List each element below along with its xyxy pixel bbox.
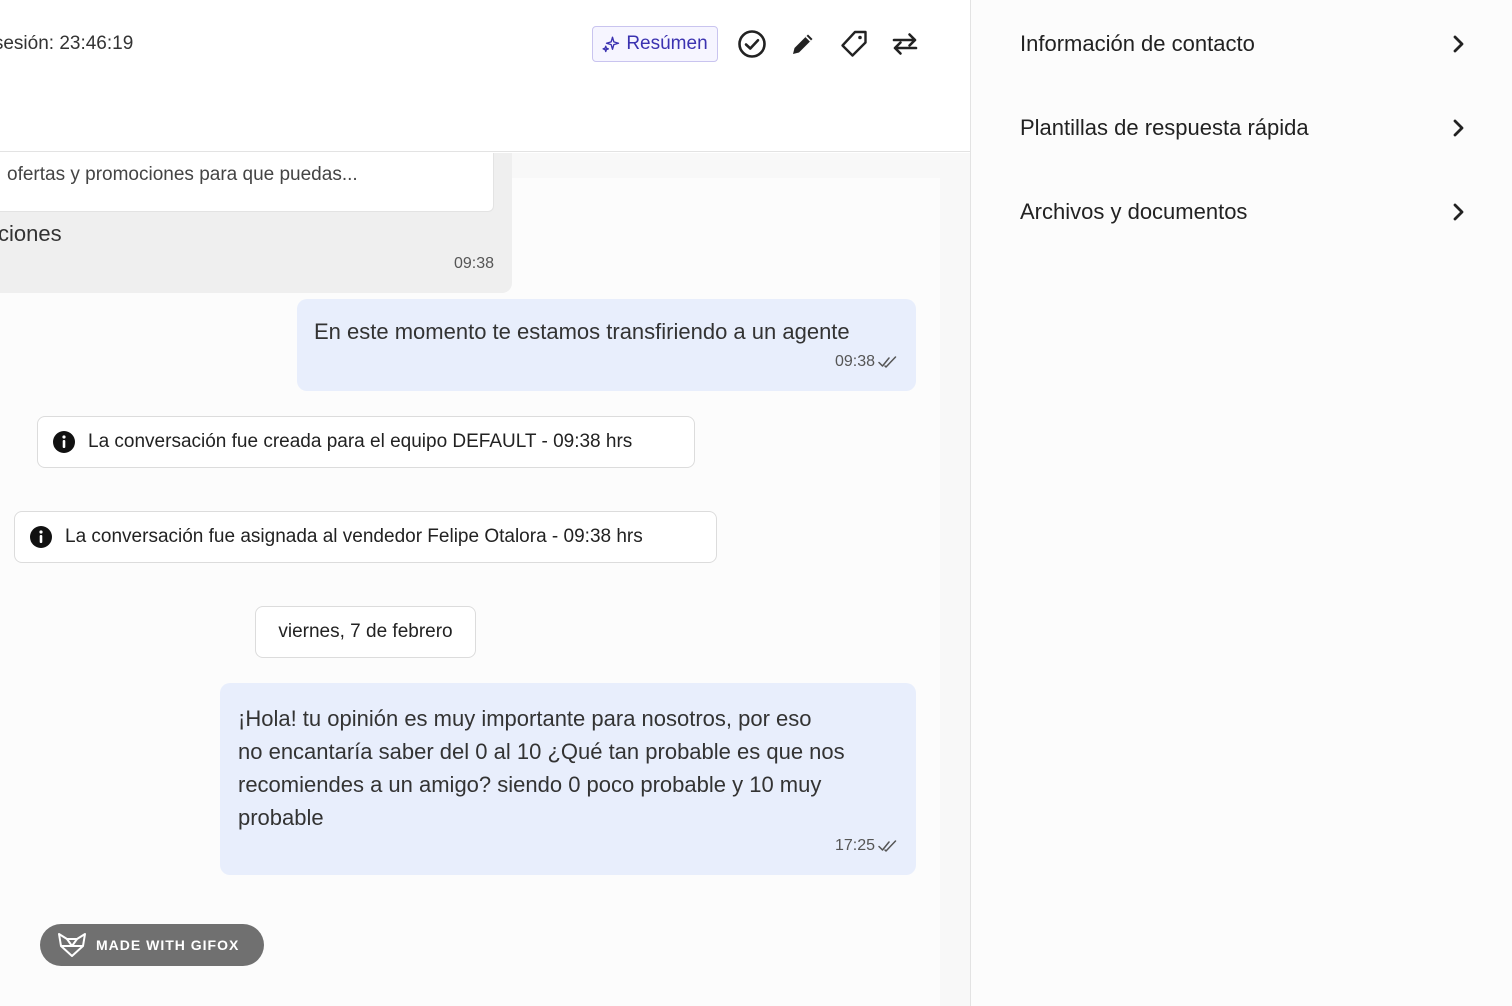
messages-area[interactable]: ofertas y promociones para que puedas...… bbox=[0, 153, 970, 1006]
incoming-message-text: ciones bbox=[0, 221, 62, 246]
gifox-watermark-badge: MADE WITH GIFOX bbox=[40, 924, 264, 966]
double-check-icon bbox=[878, 839, 898, 853]
panel-item-contact-info[interactable]: Información de contacto bbox=[1020, 24, 1465, 64]
incoming-message-time: 09:38 bbox=[454, 255, 494, 273]
chevron-right-icon bbox=[1451, 202, 1465, 222]
outgoing-message: En este momento te estamos transfiriendo… bbox=[297, 299, 916, 391]
tag-icon[interactable] bbox=[838, 28, 870, 60]
message-time-label: 09:38 bbox=[834, 353, 875, 370]
chat-pane: n sesión: 23:46:19 Resúmen bbox=[0, 0, 970, 1006]
panel-item-files-documents[interactable]: Archivos y documentos bbox=[1020, 192, 1465, 232]
message-line: probable bbox=[238, 805, 324, 830]
date-divider: viernes, 7 de febrero bbox=[255, 606, 476, 658]
outgoing-message-time: 17:25 bbox=[835, 837, 898, 855]
session-timer: n sesión: 23:46:19 bbox=[0, 33, 134, 54]
system-note-text: La conversación fue asignada al vendedor… bbox=[65, 526, 643, 547]
message-time-label: 09:38 bbox=[453, 255, 494, 272]
quoted-message-text: ofertas y promociones para que puedas... bbox=[7, 164, 358, 185]
panel-item-label: Archivos y documentos bbox=[1020, 199, 1248, 224]
quoted-message-card[interactable]: ofertas y promociones para que puedas... bbox=[0, 153, 494, 212]
panel-item-label: Plantillas de respuesta rápida bbox=[1020, 115, 1309, 140]
summary-button[interactable]: Resúmen bbox=[592, 26, 718, 62]
message-line: ¡Hola! tu opinión es muy importante para… bbox=[238, 706, 812, 731]
outgoing-message-time: 09:38 bbox=[835, 353, 898, 371]
panel-item-label: Información de contacto bbox=[1020, 31, 1255, 56]
check-circle-icon[interactable] bbox=[736, 28, 768, 60]
double-check-icon bbox=[878, 355, 898, 369]
outgoing-message: ¡Hola! tu opinión es muy importante para… bbox=[220, 683, 916, 875]
chevron-right-icon bbox=[1451, 34, 1465, 54]
transfer-arrows-icon[interactable] bbox=[889, 28, 921, 60]
summary-button-label: Resúmen bbox=[626, 33, 708, 54]
pencil-icon[interactable] bbox=[787, 28, 819, 60]
incoming-message: ofertas y promociones para que puedas...… bbox=[0, 153, 512, 293]
gifox-badge-label: MADE WITH GIFOX bbox=[96, 937, 240, 953]
outgoing-message-text: ¡Hola! tu opinión es muy importante para… bbox=[238, 702, 845, 834]
side-panel: Información de contacto Plantillas de re… bbox=[970, 0, 1512, 1006]
panel-item-quick-reply-templates[interactable]: Plantillas de respuesta rápida bbox=[1020, 108, 1465, 148]
system-note-text: La conversación fue creada para el equip… bbox=[88, 431, 633, 452]
system-note: La conversación fue creada para el equip… bbox=[37, 416, 695, 468]
info-icon bbox=[52, 430, 76, 454]
chat-header: n sesión: 23:46:19 Resúmen bbox=[0, 0, 970, 152]
system-note: La conversación fue asignada al vendedor… bbox=[14, 511, 717, 563]
chevron-right-icon bbox=[1451, 118, 1465, 138]
message-line: recomiendes a un amigo? siendo 0 poco pr… bbox=[238, 772, 822, 797]
sparkle-icon bbox=[602, 35, 620, 53]
message-line: no encantaría saber del 0 al 10 ¿Qué tan… bbox=[238, 739, 845, 764]
message-time-label: 17:25 bbox=[834, 837, 875, 854]
outgoing-message-text: En este momento te estamos transfiriendo… bbox=[314, 319, 850, 344]
fox-logo-icon bbox=[56, 931, 88, 959]
info-icon bbox=[29, 525, 53, 549]
messages-column: ofertas y promociones para que puedas...… bbox=[0, 153, 940, 1006]
